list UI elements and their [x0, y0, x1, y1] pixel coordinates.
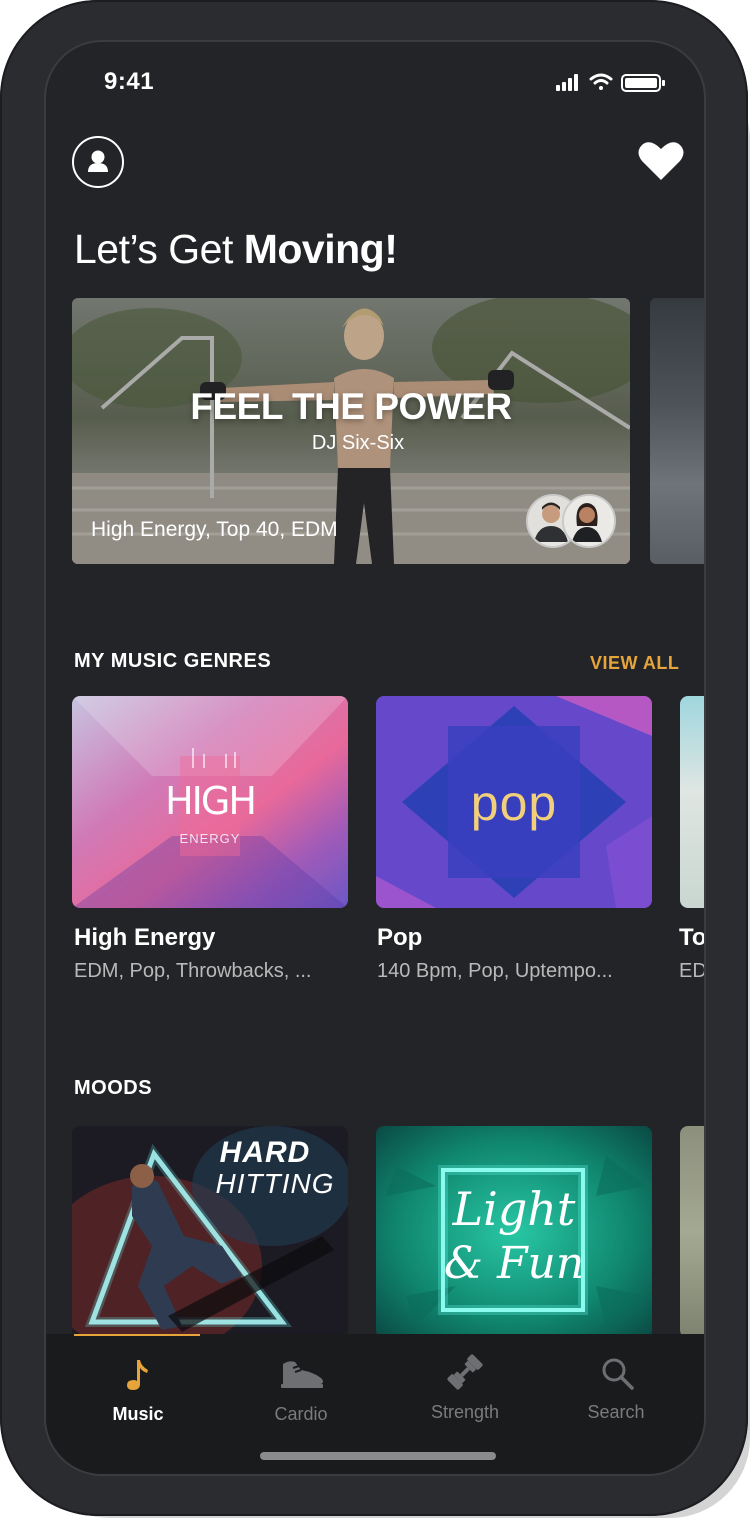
artwork-text: pop: [470, 775, 558, 831]
battery-icon: [621, 74, 665, 92]
status-icons: [554, 72, 674, 92]
phone-frame: 9:41 Let’s Get Moving! FEEL THE POWER DJ…: [0, 0, 748, 1516]
genre-description: ED: [679, 960, 706, 982]
tab-label: Music: [112, 1404, 164, 1424]
page-title: Let’s Get Moving!: [74, 226, 398, 272]
app-screen: 9:41 Let’s Get Moving! FEEL THE POWER DJ…: [44, 40, 706, 1476]
moods-section-title: MOODS: [74, 1077, 153, 1099]
hero-dj-name: DJ Six-Six: [311, 432, 405, 454]
mood-card-light-fun[interactable]: Light & Fun: [376, 1126, 652, 1338]
dumbbell-icon: [447, 1354, 483, 1390]
profile-button[interactable]: [72, 136, 124, 188]
tab-search[interactable]: Search: [556, 1334, 676, 1444]
featured-mix-card[interactable]: FEEL THE POWER DJ Six-Six High Energy, T…: [72, 298, 630, 564]
view-all-link[interactable]: VIEW ALL: [590, 653, 679, 674]
sneaker-icon: [281, 1361, 323, 1388]
tab-label: Search: [587, 1402, 645, 1422]
mood-card-hard-hitting[interactable]: HARD HITTING: [72, 1126, 348, 1338]
artwork-text: Light: [452, 1182, 576, 1236]
mood-card-peek[interactable]: [680, 1126, 704, 1338]
signal-icon: [556, 74, 578, 91]
dj-avatar: [562, 494, 616, 548]
genre-description: EDM, Pop, Throwbacks, ...: [74, 960, 312, 982]
genre-description: 140 Bpm, Pop, Uptempo...: [377, 960, 613, 982]
genres-section-title: MY MUSIC GENRES: [74, 650, 272, 672]
tab-label: Cardio: [274, 1404, 328, 1424]
hero-title: FEEL THE POWER: [190, 386, 512, 427]
genre-name: To: [679, 924, 706, 951]
artwork-text: HARD: [219, 1136, 311, 1169]
tab-label: Strength: [430, 1402, 500, 1422]
artwork-text: & Fun: [443, 1238, 585, 1289]
artwork-text: ENERGY: [179, 831, 241, 846]
heart-icon: [638, 142, 684, 180]
tab-music[interactable]: Music: [78, 1334, 198, 1444]
music-note-icon: [127, 1360, 148, 1390]
search-icon: [602, 1358, 634, 1390]
genre-card-pop[interactable]: pop: [376, 696, 652, 908]
genre-card-peek[interactable]: [680, 696, 704, 908]
genre-name: Pop: [377, 924, 423, 951]
home-indicator: [260, 1452, 496, 1460]
next-featured-card[interactable]: [650, 298, 704, 564]
artwork-text: HIGH: [165, 779, 257, 823]
tab-cardio[interactable]: Cardio: [241, 1334, 361, 1444]
genre-card-high-energy[interactable]: HIGH ENERGY: [72, 696, 348, 908]
wifi-icon: [589, 73, 613, 90]
hero-tags: High Energy, Top 40, EDM: [91, 518, 338, 541]
genre-name: High Energy: [74, 924, 216, 951]
user-icon: [88, 150, 108, 172]
artwork-text: HITTING: [215, 1168, 335, 1199]
favorites-button[interactable]: [638, 140, 684, 182]
status-time: 9:41: [104, 68, 155, 95]
tab-strength[interactable]: Strength: [405, 1334, 525, 1444]
